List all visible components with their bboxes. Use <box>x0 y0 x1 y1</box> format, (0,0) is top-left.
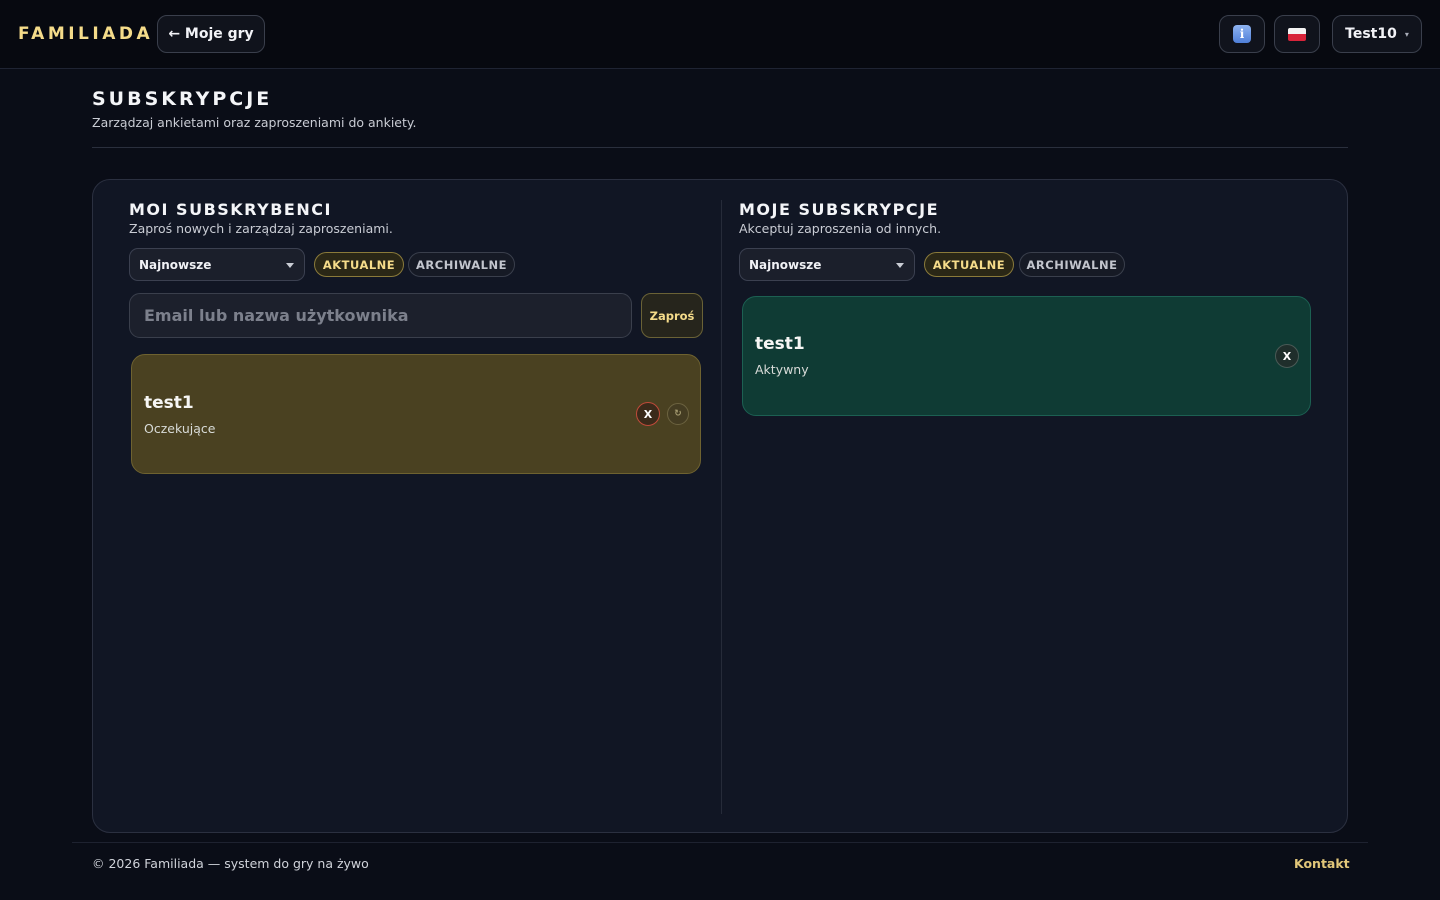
resend-invitation-button[interactable]: ↻ <box>667 403 689 425</box>
chevron-down-icon: ▾ <box>1404 29 1409 39</box>
top-bar: FAMILIADA ← Moje gry i Test10 ▾ <box>0 0 1440 69</box>
remove-subscription-button[interactable]: X <box>1275 344 1299 368</box>
contact-link[interactable]: Kontakt <box>1294 856 1350 871</box>
sort-value: Najnowsze <box>749 257 822 272</box>
subscribers-tab-archive[interactable]: ARCHIWALNE <box>408 252 515 277</box>
chevron-down-icon <box>286 263 294 268</box>
subscriber-item: test1 Oczekujące X ↻ <box>131 354 701 474</box>
polish-flag-icon <box>1288 27 1306 41</box>
back-to-games-button[interactable]: ← Moje gry <box>157 15 265 53</box>
subscribers-tab-current[interactable]: AKTUALNE <box>314 252 404 277</box>
invite-user-input[interactable] <box>129 293 632 338</box>
column-divider <box>721 200 722 814</box>
my-subscribers-title: MOI SUBSKRYBENCI <box>129 200 332 219</box>
user-name: Test10 <box>1345 26 1397 42</box>
subscriptions-sort-select[interactable]: Najnowsze <box>739 248 915 281</box>
sort-value: Najnowsze <box>139 257 212 272</box>
footer-divider <box>72 842 1368 843</box>
remove-invitation-button[interactable]: X <box>636 402 660 426</box>
header-divider <box>92 147 1348 148</box>
subscriptions-tab-current[interactable]: AKTUALNE <box>924 252 1014 277</box>
user-menu-button[interactable]: Test10 ▾ <box>1332 15 1422 53</box>
subscriber-status: Oczekujące <box>144 421 216 436</box>
my-subscribers-subtitle: Zaproś nowych i zarządzaj zaproszeniami. <box>129 221 393 236</box>
subscription-status: Aktywny <box>755 362 809 377</box>
subscription-owner-name: test1 <box>755 334 805 354</box>
subscriptions-tab-archive[interactable]: ARCHIWALNE <box>1019 252 1125 277</box>
footer-copyright: © 2026 Familiada — system do gry na żywo <box>92 856 369 871</box>
my-subscriptions-title: MOJE SUBSKRYPCJE <box>739 200 939 219</box>
refresh-icon: ↻ <box>674 409 682 419</box>
page-title: SUBSKRYPCJE <box>92 88 273 110</box>
info-button[interactable]: i <box>1219 15 1265 53</box>
subscriptions-card: MOI SUBSKRYBENCI Zaproś nowych i zarządz… <box>92 179 1348 833</box>
invite-button[interactable]: Zaproś <box>641 293 703 338</box>
close-icon: X <box>643 407 653 421</box>
chevron-down-icon <box>896 263 904 268</box>
page-subtitle: Zarządzaj ankietami oraz zaproszeniami d… <box>92 115 417 130</box>
info-icon: i <box>1233 25 1251 43</box>
subscribers-sort-select[interactable]: Najnowsze <box>129 248 305 281</box>
close-icon: X <box>1282 349 1292 363</box>
my-subscriptions-subtitle: Akceptuj zaproszenia od innych. <box>739 221 942 236</box>
language-button[interactable] <box>1274 15 1320 53</box>
subscription-item: test1 Aktywny X <box>742 296 1311 416</box>
brand-logo[interactable]: FAMILIADA <box>18 24 153 44</box>
subscriber-name: test1 <box>144 393 194 413</box>
